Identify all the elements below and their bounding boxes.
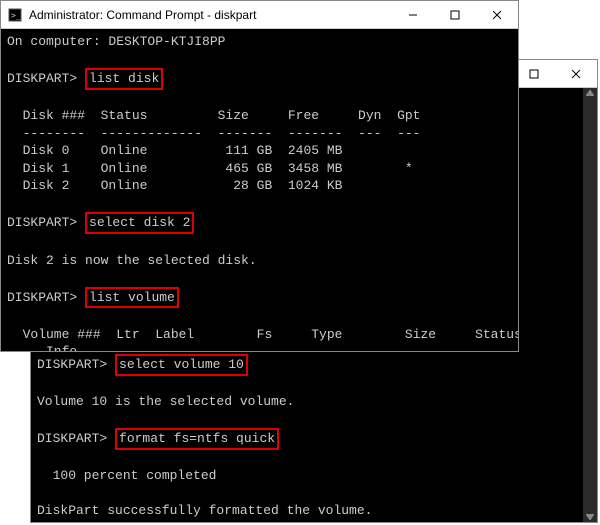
disk-row-1: Disk 1 Online 465 GB 3458 MB * bbox=[7, 161, 413, 176]
disk-divider: -------- ------------- ------- ------- -… bbox=[7, 126, 420, 141]
front-titlebar[interactable]: >_ Administrator: Command Prompt - diskp… bbox=[1, 1, 518, 29]
diskpart-prompt: DISKPART> bbox=[7, 290, 77, 305]
maximize-button[interactable] bbox=[513, 60, 555, 87]
disk-row-2: Disk 2 Online 28 GB 1024 KB bbox=[7, 178, 342, 193]
close-button[interactable] bbox=[555, 60, 597, 87]
front-window-title: Administrator: Command Prompt - diskpart bbox=[29, 8, 392, 22]
front-window-controls bbox=[392, 1, 518, 28]
cmd-list-volume: list volume bbox=[85, 287, 179, 309]
success-msg: DiskPart successfully formatted the volu… bbox=[37, 503, 372, 518]
svg-text:>_: >_ bbox=[11, 11, 21, 20]
computer-line: On computer: DESKTOP-KTJI8PP bbox=[7, 34, 225, 49]
close-button[interactable] bbox=[476, 1, 518, 28]
back-scrollbar[interactable] bbox=[583, 88, 597, 522]
diskpart-prompt: DISKPART> bbox=[37, 357, 107, 372]
maximize-button[interactable] bbox=[434, 1, 476, 28]
vol-header-2: Info bbox=[7, 344, 77, 351]
minimize-button[interactable] bbox=[392, 1, 434, 28]
selected-disk-msg: Disk 2 is now the selected disk. bbox=[7, 253, 257, 268]
progress-msg: 100 percent completed bbox=[37, 468, 216, 483]
disk-header: Disk ### Status Size Free Dyn Gpt bbox=[7, 108, 420, 123]
scroll-up-icon bbox=[586, 90, 594, 96]
front-command-window: >_ Administrator: Command Prompt - diskp… bbox=[0, 0, 519, 352]
diskpart-prompt: DISKPART> bbox=[37, 431, 107, 446]
selected-volume-msg: Volume 10 is the selected volume. bbox=[37, 394, 294, 409]
cmd-list-disk: list disk bbox=[85, 68, 163, 90]
cmd-format: format fs=ntfs quick bbox=[115, 428, 279, 450]
disk-row-0: Disk 0 Online 111 GB 2405 MB bbox=[7, 143, 342, 158]
scroll-down-icon bbox=[586, 514, 594, 520]
front-terminal[interactable]: On computer: DESKTOP-KTJI8PP DISKPART> l… bbox=[1, 29, 518, 351]
cmd-icon: >_ bbox=[7, 7, 23, 23]
cmd-select-disk: select disk 2 bbox=[85, 212, 194, 234]
cmd-select-volume: select volume 10 bbox=[115, 354, 248, 376]
vol-header-1: Volume ### Ltr Label Fs Type Size Status bbox=[7, 327, 518, 342]
diskpart-prompt: DISKPART> bbox=[7, 215, 77, 230]
diskpart-prompt: DISKPART> bbox=[7, 71, 77, 86]
